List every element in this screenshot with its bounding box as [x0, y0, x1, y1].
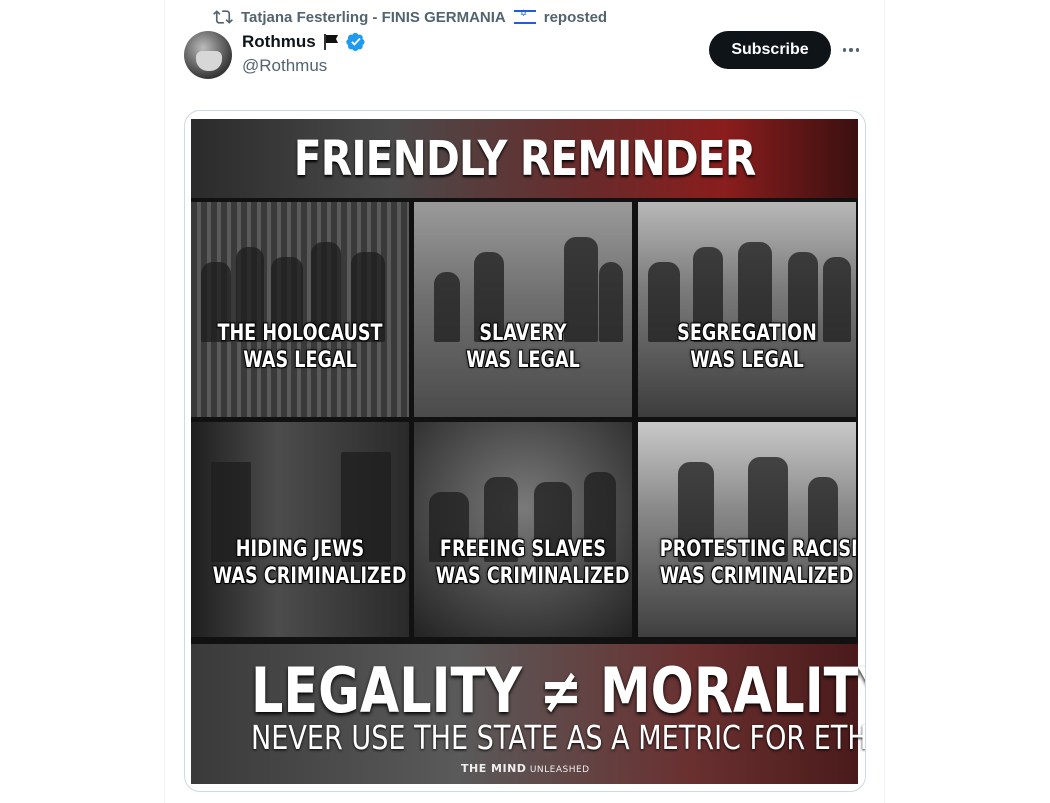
- media-image[interactable]: FRIENDLY REMINDER THE HOLOCAUST WAS LEGA…: [184, 110, 866, 792]
- tile-line-2: WAS CRIMINALIZED: [435, 564, 630, 589]
- subscribe-button[interactable]: Subscribe: [709, 31, 831, 69]
- meme-title: FRIENDLY REMINDER: [293, 130, 757, 187]
- more-icon[interactable]: [838, 38, 864, 62]
- logo-sub: UNLEASHED: [529, 765, 590, 775]
- meme-tile-slavery: SLAVERY WAS LEGAL: [414, 202, 632, 417]
- meme-subline: NEVER USE THE STATE AS A METRIC FOR ETHI…: [251, 718, 866, 757]
- author-name-row[interactable]: Rothmus: [242, 31, 366, 53]
- meme-banner: FRIENDLY REMINDER: [191, 119, 858, 198]
- repost-user[interactable]: Tatjana Festerling - FINIS GERMANIA: [241, 9, 506, 26]
- tile-line-1: FREEING SLAVES: [439, 537, 607, 562]
- tile-line-1: SLAVERY: [479, 321, 567, 346]
- meme-tile-protesting-racism: PROTESTING RACISM WAS CRIMINALIZED: [638, 422, 856, 637]
- repost-suffix: reposted: [543, 8, 608, 26]
- author-name[interactable]: Rothmus: [242, 32, 316, 52]
- meme-tile-hiding-jews: HIDING JEWS WAS CRIMINALIZED: [191, 422, 409, 637]
- meme-tile-holocaust: THE HOLOCAUST WAS LEGAL: [191, 202, 409, 417]
- author-handle[interactable]: @Rothmus: [242, 56, 327, 76]
- tile-line-1: PROTESTING RACISM: [659, 537, 856, 562]
- tile-line-1: THE HOLOCAUST: [217, 321, 383, 346]
- verified-badge-icon: [345, 32, 365, 52]
- tile-line-1: HIDING JEWS: [235, 537, 365, 562]
- tile-line-2: WAS LEGAL: [690, 348, 804, 373]
- tile-line-2: WAS LEGAL: [243, 348, 357, 373]
- tile-line-2: WAS LEGAL: [466, 348, 580, 373]
- meme-tile-freeing-slaves: FREEING SLAVES WAS CRIMINALIZED: [414, 422, 632, 637]
- tile-line-2: WAS CRIMINALIZED: [212, 564, 407, 589]
- logo-main: THE MIND: [461, 762, 527, 775]
- meme-tile-segregation: SEGREGATION WAS LEGAL: [638, 202, 856, 417]
- israel-flag-icon: [513, 9, 536, 24]
- repost-context[interactable]: Tatjana Festerling - FINIS GERMANIA repo…: [213, 7, 607, 27]
- black-flag-icon: [323, 34, 338, 50]
- avatar[interactable]: [184, 31, 232, 79]
- meme-image: FRIENDLY REMINDER THE HOLOCAUST WAS LEGA…: [191, 119, 866, 784]
- tile-line-2: WAS CRIMINALIZED: [659, 564, 854, 589]
- mind-unleashed-logo: THE MIND UNLEASHED: [461, 762, 590, 775]
- meme-footer: LEGALITY ≠ MORALITY NEVER USE THE STATE …: [191, 644, 866, 784]
- repost-icon: [213, 10, 233, 24]
- meme-headline: LEGALITY ≠ MORALITY: [251, 654, 866, 727]
- tile-line-1: SEGREGATION: [677, 321, 817, 346]
